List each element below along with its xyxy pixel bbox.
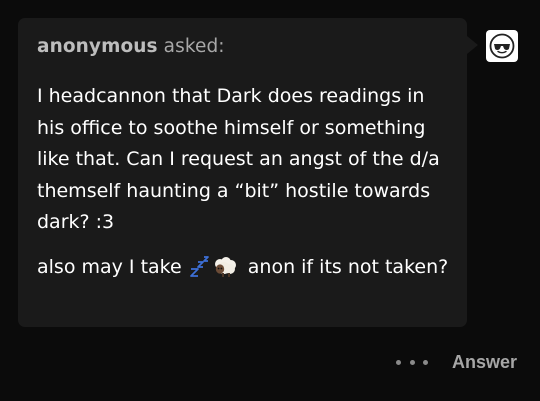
followup-before: also may I take	[37, 255, 182, 278]
ask-bubble: anonymous asked: I headcannon that Dark …	[18, 18, 467, 327]
more-dot	[423, 359, 428, 365]
more-options-button[interactable]	[396, 352, 428, 372]
followup-text: also may I take anon if its not taken?	[37, 252, 448, 289]
zzz-emoji-icon	[189, 255, 209, 277]
followup-after: anon if its not taken?	[247, 255, 449, 278]
zzz-sheep-emoji-icon	[189, 255, 236, 277]
answer-button[interactable]: Answer	[452, 350, 517, 374]
question-text: I headcannon that Dark does readings in …	[37, 85, 440, 233]
bubble-tail	[467, 36, 478, 54]
emoji-group	[189, 253, 238, 289]
more-dot	[409, 359, 415, 365]
asked-label: asked:	[163, 36, 225, 57]
sheep-emoji-icon	[214, 256, 236, 277]
ask-page: anonymous asked: I headcannon that Dark …	[0, 0, 540, 401]
asker-line: anonymous asked:	[37, 35, 448, 59]
asker-avatar[interactable]	[486, 30, 518, 62]
sunglasses-face-avatar-icon	[489, 33, 515, 59]
more-dot	[396, 359, 401, 365]
asker-name[interactable]: anonymous	[37, 36, 158, 57]
